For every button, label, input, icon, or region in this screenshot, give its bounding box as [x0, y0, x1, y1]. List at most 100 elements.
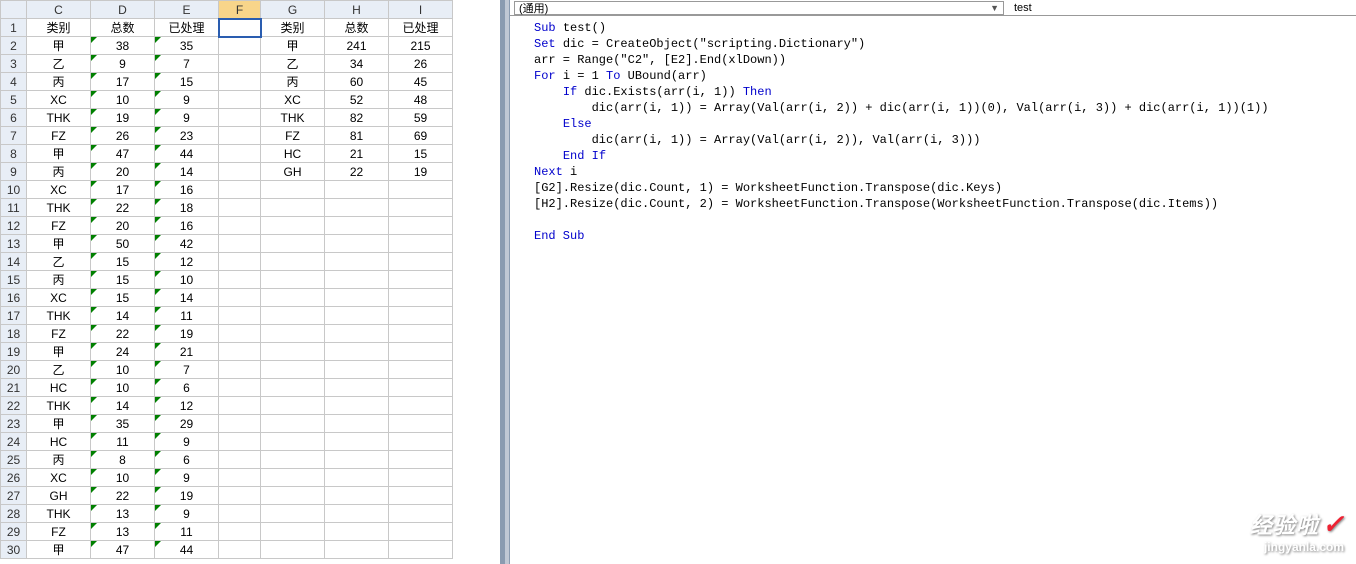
cell-I29[interactable]: [389, 523, 453, 541]
code-line[interactable]: [G2].Resize(dic.Count, 1) = WorksheetFun…: [534, 180, 1352, 196]
cell-H11[interactable]: [325, 199, 389, 217]
cell-H25[interactable]: [325, 451, 389, 469]
cell-C26[interactable]: XC: [27, 469, 91, 487]
cell-D16[interactable]: 15: [91, 289, 155, 307]
cell-G8[interactable]: HC: [261, 145, 325, 163]
cell-G26[interactable]: [261, 469, 325, 487]
spreadsheet-table[interactable]: CDEFGHI1类别总数已处理类别总数已处理2甲3835甲2412153乙97乙…: [0, 0, 453, 559]
cell-C5[interactable]: XC: [27, 91, 91, 109]
cell-G25[interactable]: [261, 451, 325, 469]
cell-C21[interactable]: HC: [27, 379, 91, 397]
cell-H16[interactable]: [325, 289, 389, 307]
cell-I13[interactable]: [389, 235, 453, 253]
cell-I28[interactable]: [389, 505, 453, 523]
code-line[interactable]: For i = 1 To UBound(arr): [534, 68, 1352, 84]
cell-H27[interactable]: [325, 487, 389, 505]
cell-F15[interactable]: [219, 271, 261, 289]
cell-D24[interactable]: 11: [91, 433, 155, 451]
cell-D12[interactable]: 20: [91, 217, 155, 235]
cell-G14[interactable]: [261, 253, 325, 271]
cell-C19[interactable]: 甲: [27, 343, 91, 361]
cell-C3[interactable]: 乙: [27, 55, 91, 73]
cell-G17[interactable]: [261, 307, 325, 325]
cell-H7[interactable]: 81: [325, 127, 389, 145]
col-header-G[interactable]: G: [261, 1, 325, 19]
cell-I22[interactable]: [389, 397, 453, 415]
cell-I24[interactable]: [389, 433, 453, 451]
cell-G3[interactable]: 乙: [261, 55, 325, 73]
cell-F6[interactable]: [219, 109, 261, 127]
cell-F9[interactable]: [219, 163, 261, 181]
cell-G24[interactable]: [261, 433, 325, 451]
row-header[interactable]: 29: [1, 523, 27, 541]
cell-C7[interactable]: FZ: [27, 127, 91, 145]
cell-E27[interactable]: 19: [155, 487, 219, 505]
cell-C27[interactable]: GH: [27, 487, 91, 505]
row-header[interactable]: 5: [1, 91, 27, 109]
cell-G30[interactable]: [261, 541, 325, 559]
cell-H9[interactable]: 22: [325, 163, 389, 181]
cell-F22[interactable]: [219, 397, 261, 415]
cell-D8[interactable]: 47: [91, 145, 155, 163]
cell-H14[interactable]: [325, 253, 389, 271]
cell-G11[interactable]: [261, 199, 325, 217]
code-line[interactable]: Else: [534, 116, 1352, 132]
cell-G7[interactable]: FZ: [261, 127, 325, 145]
cell-D27[interactable]: 22: [91, 487, 155, 505]
row-header[interactable]: 10: [1, 181, 27, 199]
cell-E30[interactable]: 44: [155, 541, 219, 559]
cell-G22[interactable]: [261, 397, 325, 415]
cell-E21[interactable]: 6: [155, 379, 219, 397]
cell-E20[interactable]: 7: [155, 361, 219, 379]
cell-E14[interactable]: 12: [155, 253, 219, 271]
cell-E24[interactable]: 9: [155, 433, 219, 451]
cell-C28[interactable]: THK: [27, 505, 91, 523]
cell-D28[interactable]: 13: [91, 505, 155, 523]
cell-E18[interactable]: 19: [155, 325, 219, 343]
cell-D1[interactable]: 总数: [91, 19, 155, 37]
cell-F26[interactable]: [219, 469, 261, 487]
cell-C11[interactable]: THK: [27, 199, 91, 217]
cell-I3[interactable]: 26: [389, 55, 453, 73]
cell-I10[interactable]: [389, 181, 453, 199]
row-header[interactable]: 15: [1, 271, 27, 289]
cell-I21[interactable]: [389, 379, 453, 397]
cell-G12[interactable]: [261, 217, 325, 235]
code-line[interactable]: Set dic = CreateObject("scripting.Dictio…: [534, 36, 1352, 52]
cell-H5[interactable]: 52: [325, 91, 389, 109]
cell-E13[interactable]: 42: [155, 235, 219, 253]
cell-C22[interactable]: THK: [27, 397, 91, 415]
cell-H4[interactable]: 60: [325, 73, 389, 91]
cell-H12[interactable]: [325, 217, 389, 235]
cell-D6[interactable]: 19: [91, 109, 155, 127]
cell-I2[interactable]: 215: [389, 37, 453, 55]
cell-D29[interactable]: 13: [91, 523, 155, 541]
cell-C12[interactable]: FZ: [27, 217, 91, 235]
col-header-E[interactable]: E: [155, 1, 219, 19]
cell-E26[interactable]: 9: [155, 469, 219, 487]
cell-E28[interactable]: 9: [155, 505, 219, 523]
cell-F14[interactable]: [219, 253, 261, 271]
code-line[interactable]: [H2].Resize(dic.Count, 2) = WorksheetFun…: [534, 196, 1352, 212]
col-header-C[interactable]: C: [27, 1, 91, 19]
cell-C20[interactable]: 乙: [27, 361, 91, 379]
cell-E10[interactable]: 16: [155, 181, 219, 199]
cell-G19[interactable]: [261, 343, 325, 361]
cell-C4[interactable]: 丙: [27, 73, 91, 91]
cell-E15[interactable]: 10: [155, 271, 219, 289]
cell-C18[interactable]: FZ: [27, 325, 91, 343]
cell-E6[interactable]: 9: [155, 109, 219, 127]
col-header-F[interactable]: F: [219, 1, 261, 19]
cell-I26[interactable]: [389, 469, 453, 487]
cell-D3[interactable]: 9: [91, 55, 155, 73]
row-header[interactable]: 14: [1, 253, 27, 271]
scope-dropdown[interactable]: (通用) ▼: [514, 1, 1004, 15]
cell-F8[interactable]: [219, 145, 261, 163]
row-header[interactable]: 17: [1, 307, 27, 325]
code-line[interactable]: End If: [534, 148, 1352, 164]
cell-F23[interactable]: [219, 415, 261, 433]
row-header[interactable]: 6: [1, 109, 27, 127]
cell-H15[interactable]: [325, 271, 389, 289]
cell-H6[interactable]: 82: [325, 109, 389, 127]
cell-D13[interactable]: 50: [91, 235, 155, 253]
